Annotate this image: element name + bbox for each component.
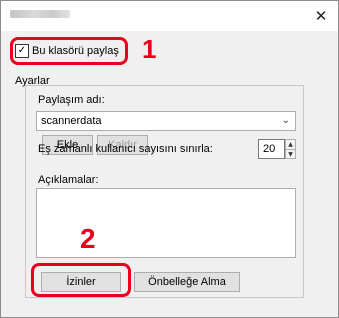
- spin-down-icon[interactable]: ▼: [286, 149, 295, 159]
- share-name-dropdown[interactable]: scannerdata ⌄: [36, 111, 296, 131]
- title-bar: ✕: [1, 1, 338, 31]
- close-icon[interactable]: ✕: [312, 7, 330, 25]
- step-2-number: 2: [80, 223, 96, 254]
- share-name-value: scannerdata: [41, 115, 102, 127]
- user-limit-label: Eş zamanlı kullanıcı sayısını sınırla:: [38, 143, 213, 155]
- step-1-highlight: [10, 37, 128, 65]
- advanced-sharing-dialog: ✕ ✓ Bu klasörü paylaş 1 Ayarlar Paylaşım…: [0, 0, 339, 318]
- chevron-down-icon: ⌄: [281, 115, 290, 126]
- settings-group-title: Ayarlar: [15, 75, 50, 87]
- comments-label: Açıklamalar:: [38, 174, 99, 186]
- caching-button[interactable]: Önbelleğe Alma: [134, 272, 240, 292]
- comments-textarea[interactable]: [36, 188, 296, 258]
- share-name-label: Paylaşım adı:: [38, 94, 105, 106]
- spin-up-icon[interactable]: ▲: [286, 140, 295, 149]
- user-limit-input[interactable]: 20: [258, 139, 285, 159]
- user-limit-spinner[interactable]: ▲ ▼: [285, 139, 296, 159]
- step-1-number: 1: [142, 34, 157, 64]
- step-2-highlight: [31, 263, 131, 297]
- blurred-window-title: [10, 10, 70, 18]
